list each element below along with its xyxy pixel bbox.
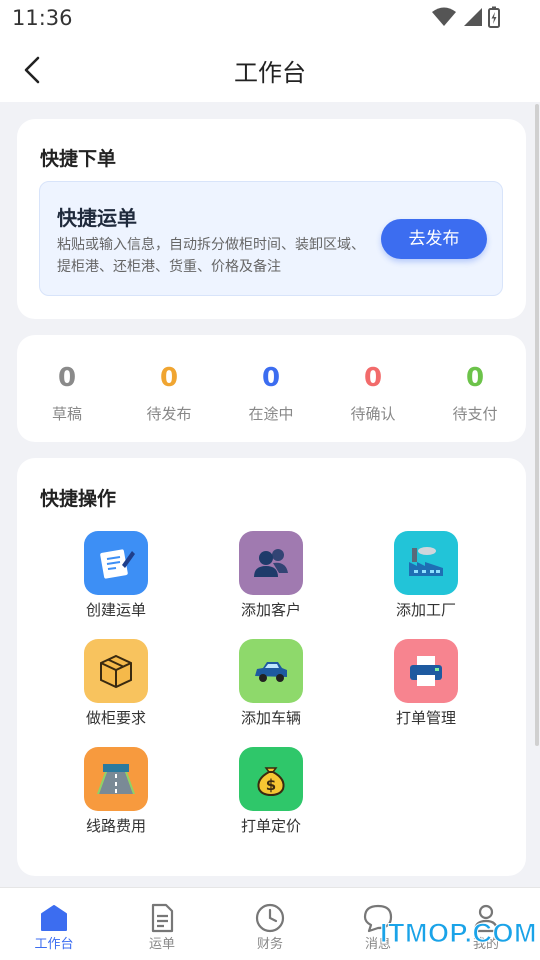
- quick-order-card: 快捷下单 快捷运单 粘贴或输入信息，自动拆分做柜时间、装卸区域、提柜港、还柜港、…: [17, 119, 526, 319]
- action-label: 打单管理: [395, 709, 456, 727]
- document-icon: [151, 903, 174, 933]
- stat-label: 待发布: [146, 405, 192, 423]
- stat-label: 待确认: [350, 405, 396, 423]
- action-add-vehicle[interactable]: 添加车辆: [216, 639, 326, 728]
- scrollbar[interactable]: [535, 104, 539, 746]
- order-stats-card: 0 草稿 0 待发布 0 在途中 0 待确认 0 待支付: [17, 335, 526, 442]
- route-cost-icon: [84, 747, 148, 811]
- action-label: 添加客户: [240, 601, 301, 619]
- quick-actions-card: 快捷操作 创建运单 添加客户 添加工厂 做柜要求 添加车辆 打单管理 线路费用 …: [17, 458, 526, 876]
- stat-value: 0: [57, 363, 77, 393]
- nav-bar: 工作台: [0, 38, 540, 102]
- stat-label: 草稿: [51, 405, 82, 423]
- tab-workbench[interactable]: 工作台: [0, 888, 108, 960]
- print-management-icon: [394, 639, 458, 703]
- stat-in-transit[interactable]: 0 在途中: [221, 361, 321, 424]
- action-add-factory[interactable]: 添加工厂: [371, 531, 481, 620]
- stat-pending-publish[interactable]: 0 待发布: [119, 361, 219, 424]
- action-add-customer[interactable]: 添加客户: [216, 531, 326, 620]
- stat-value: 0: [363, 363, 383, 393]
- action-label: 添加工厂: [395, 601, 456, 619]
- quick-waybill-title: 快捷运单: [57, 206, 137, 230]
- status-icons: [432, 6, 500, 28]
- stat-draft[interactable]: 0 草稿: [17, 361, 117, 424]
- stat-pending-payment[interactable]: 0 待支付: [425, 361, 525, 424]
- watermark: ITMOP.COM: [379, 918, 538, 949]
- action-print-pricing[interactable]: $ 打单定价: [216, 747, 326, 836]
- action-route-cost[interactable]: 线路费用: [61, 747, 171, 836]
- tab-waybill[interactable]: 运单: [108, 888, 216, 960]
- print-pricing-icon: $: [239, 747, 303, 811]
- quick-order-section-title: 快捷下单: [40, 148, 117, 170]
- container-requirement-icon: [84, 639, 148, 703]
- stat-pending-confirm[interactable]: 0 待确认: [323, 361, 423, 424]
- home-icon: [41, 905, 67, 931]
- stat-label: 在途中: [248, 405, 294, 423]
- action-label: 线路费用: [85, 817, 146, 835]
- action-container-requirement[interactable]: 做柜要求: [61, 639, 171, 728]
- stat-value: 0: [465, 363, 485, 393]
- action-label: 打单定价: [240, 817, 301, 835]
- signal-icon: [464, 8, 482, 26]
- status-bar: 11:36: [0, 0, 540, 38]
- tab-label: 工作台: [34, 937, 74, 952]
- tab-finance[interactable]: 财务: [216, 888, 324, 960]
- add-customer-icon: [239, 531, 303, 595]
- action-label: 添加车辆: [240, 709, 301, 727]
- action-print-management[interactable]: 打单管理: [371, 639, 481, 728]
- action-label: 做柜要求: [85, 709, 146, 727]
- quick-waybill-description: 粘贴或输入信息，自动拆分做柜时间、装卸区域、提柜港、还柜港、货重、价格及备注: [57, 237, 365, 275]
- create-waybill-icon: [84, 531, 148, 595]
- add-factory-icon: [394, 531, 458, 595]
- tab-label: 运单: [148, 937, 175, 952]
- quick-waybill-panel: 快捷运单 粘贴或输入信息，自动拆分做柜时间、装卸区域、提柜港、还柜港、货重、价格…: [39, 181, 503, 296]
- clock-icon: [255, 903, 285, 933]
- stat-value: 0: [159, 363, 179, 393]
- stat-label: 待支付: [452, 405, 498, 423]
- tab-label: 财务: [256, 937, 283, 952]
- battery-icon: [488, 6, 500, 28]
- action-create-waybill[interactable]: 创建运单: [61, 531, 171, 620]
- stat-value: 0: [261, 363, 281, 393]
- add-vehicle-icon: [239, 639, 303, 703]
- quick-actions-section-title: 快捷操作: [40, 488, 117, 510]
- svg-text:$: $: [266, 776, 276, 794]
- publish-button[interactable]: 去发布: [381, 219, 487, 259]
- action-label: 创建运单: [85, 601, 146, 619]
- status-time: 11:36: [12, 6, 73, 30]
- wifi-icon: [432, 7, 456, 26]
- page-title: 工作台: [234, 59, 306, 87]
